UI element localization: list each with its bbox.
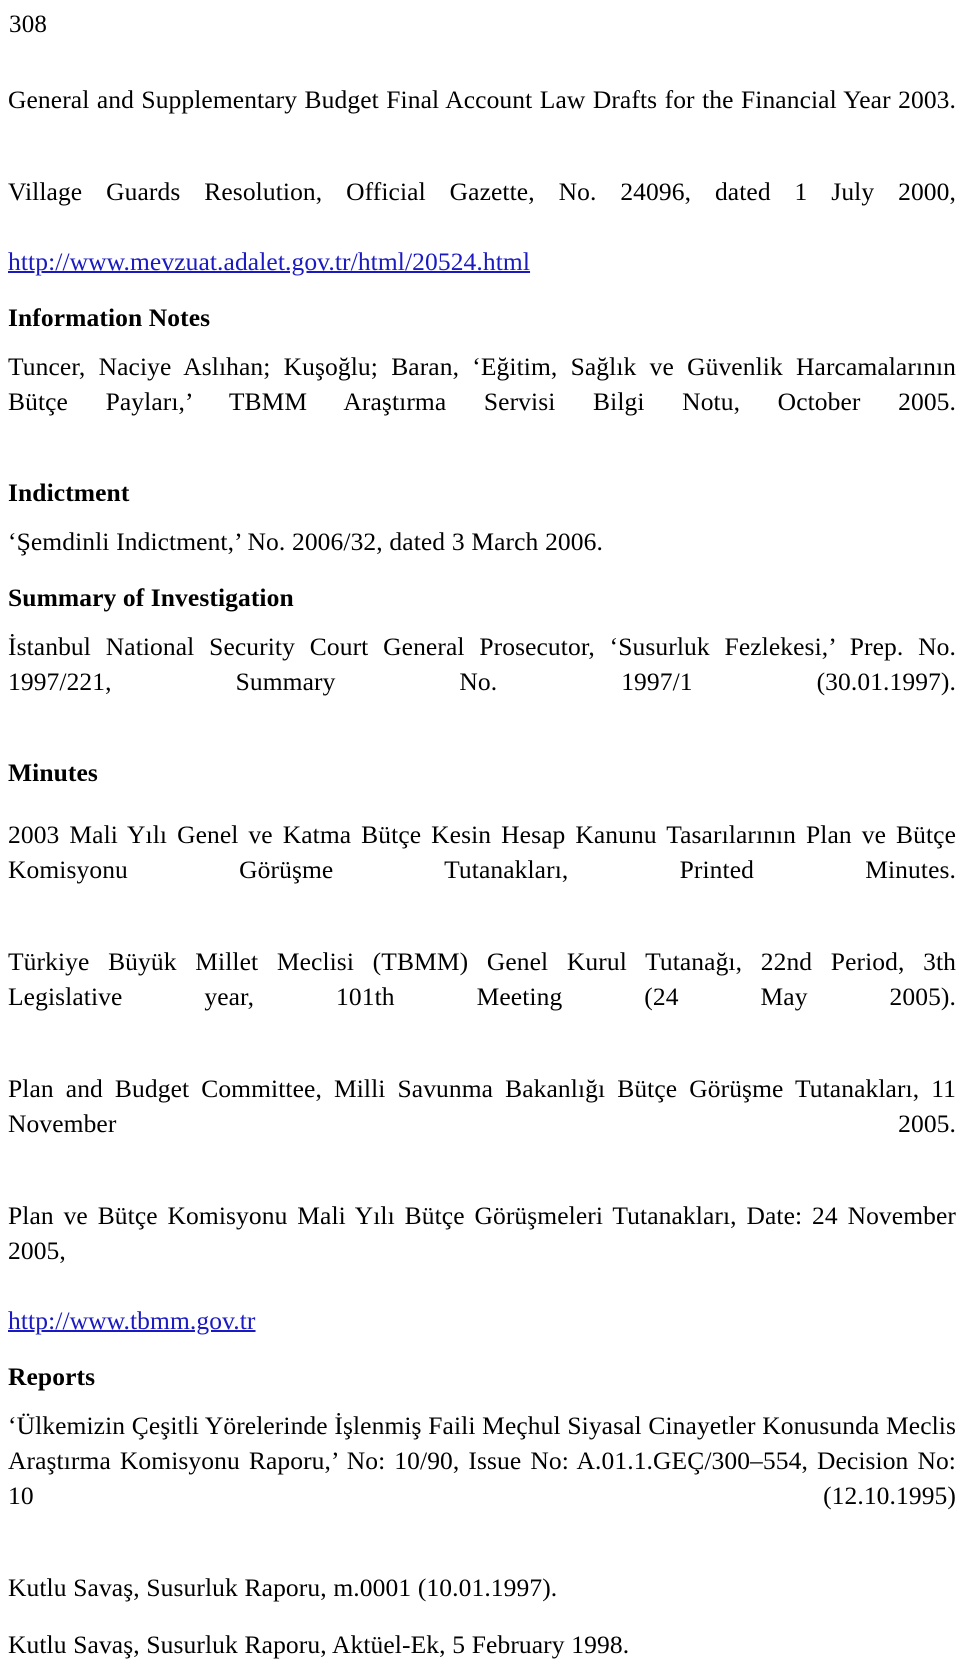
- reference-susurluk-fezlekesi: İstanbul National Security Court General…: [8, 632, 956, 696]
- section-heading-reports: Reports: [8, 1362, 96, 1391]
- reference-budget-law-drafts: General and Supplementary Budget Final A…: [8, 85, 956, 114]
- reference-minutes-2003-budget: 2003 Mali Yılı Genel ve Katma Bütçe Kesi…: [8, 820, 956, 884]
- page-folio-number: 308: [9, 11, 48, 38]
- reference-report-susurluk-raporu-aktuel-ek: Kutlu Savaş, Susurluk Raporu, Aktüel-Ek,…: [8, 1630, 630, 1659]
- section-heading-information-notes: Information Notes: [8, 303, 211, 332]
- tbmm-url-link[interactable]: http://www.tbmm.gov.tr: [8, 1306, 256, 1335]
- reference-report-faili-mechul: ‘Ülkemizin Çeşitli Yörelerinde İşlenmiş …: [8, 1411, 957, 1510]
- reference-minutes-plan-ve-butce-text: Plan ve Bütçe Komisyonu Mali Yılı Bütçe …: [8, 1201, 956, 1265]
- reference-information-note-tuncer: Tuncer, Naciye Aslıhan; Kuşoğlu; Baran, …: [8, 352, 956, 416]
- reference-report-susurluk-raporu-m0001: Kutlu Savaş, Susurluk Raporu, m.0001 (10…: [8, 1573, 558, 1602]
- reference-village-guards-text: Village Guards Resolution, Official Gaze…: [8, 177, 956, 206]
- section-heading-minutes: Minutes: [8, 758, 98, 787]
- reference-minutes-plan-ve-butce: Plan ve Bütçe Komisyonu Mali Yılı Bütçe …: [8, 1198, 956, 1338]
- village-guards-url-link[interactable]: http://www.mevzuat.adalet.gov.tr/html/20…: [8, 247, 530, 276]
- reference-village-guards: Village Guards Resolution, Official Gaze…: [8, 174, 956, 279]
- reference-minutes-tbmm-genel-kurul: Türkiye Büyük Millet Meclisi (TBMM) Gene…: [8, 947, 956, 1011]
- reference-semdinli-indictment: ‘Şemdinli Indictment,’ No. 2006/32, date…: [8, 527, 603, 556]
- reference-minutes-plan-budget-committee: Plan and Budget Committee, Milli Savunma…: [8, 1074, 956, 1138]
- section-heading-indictment: Indictment: [8, 478, 130, 507]
- section-heading-summary-of-investigation: Summary of Investigation: [8, 583, 294, 612]
- header-spacer: [8, 40, 955, 82]
- document-page: 308 General and Supplementary Budget Fin…: [0, 0, 960, 1659]
